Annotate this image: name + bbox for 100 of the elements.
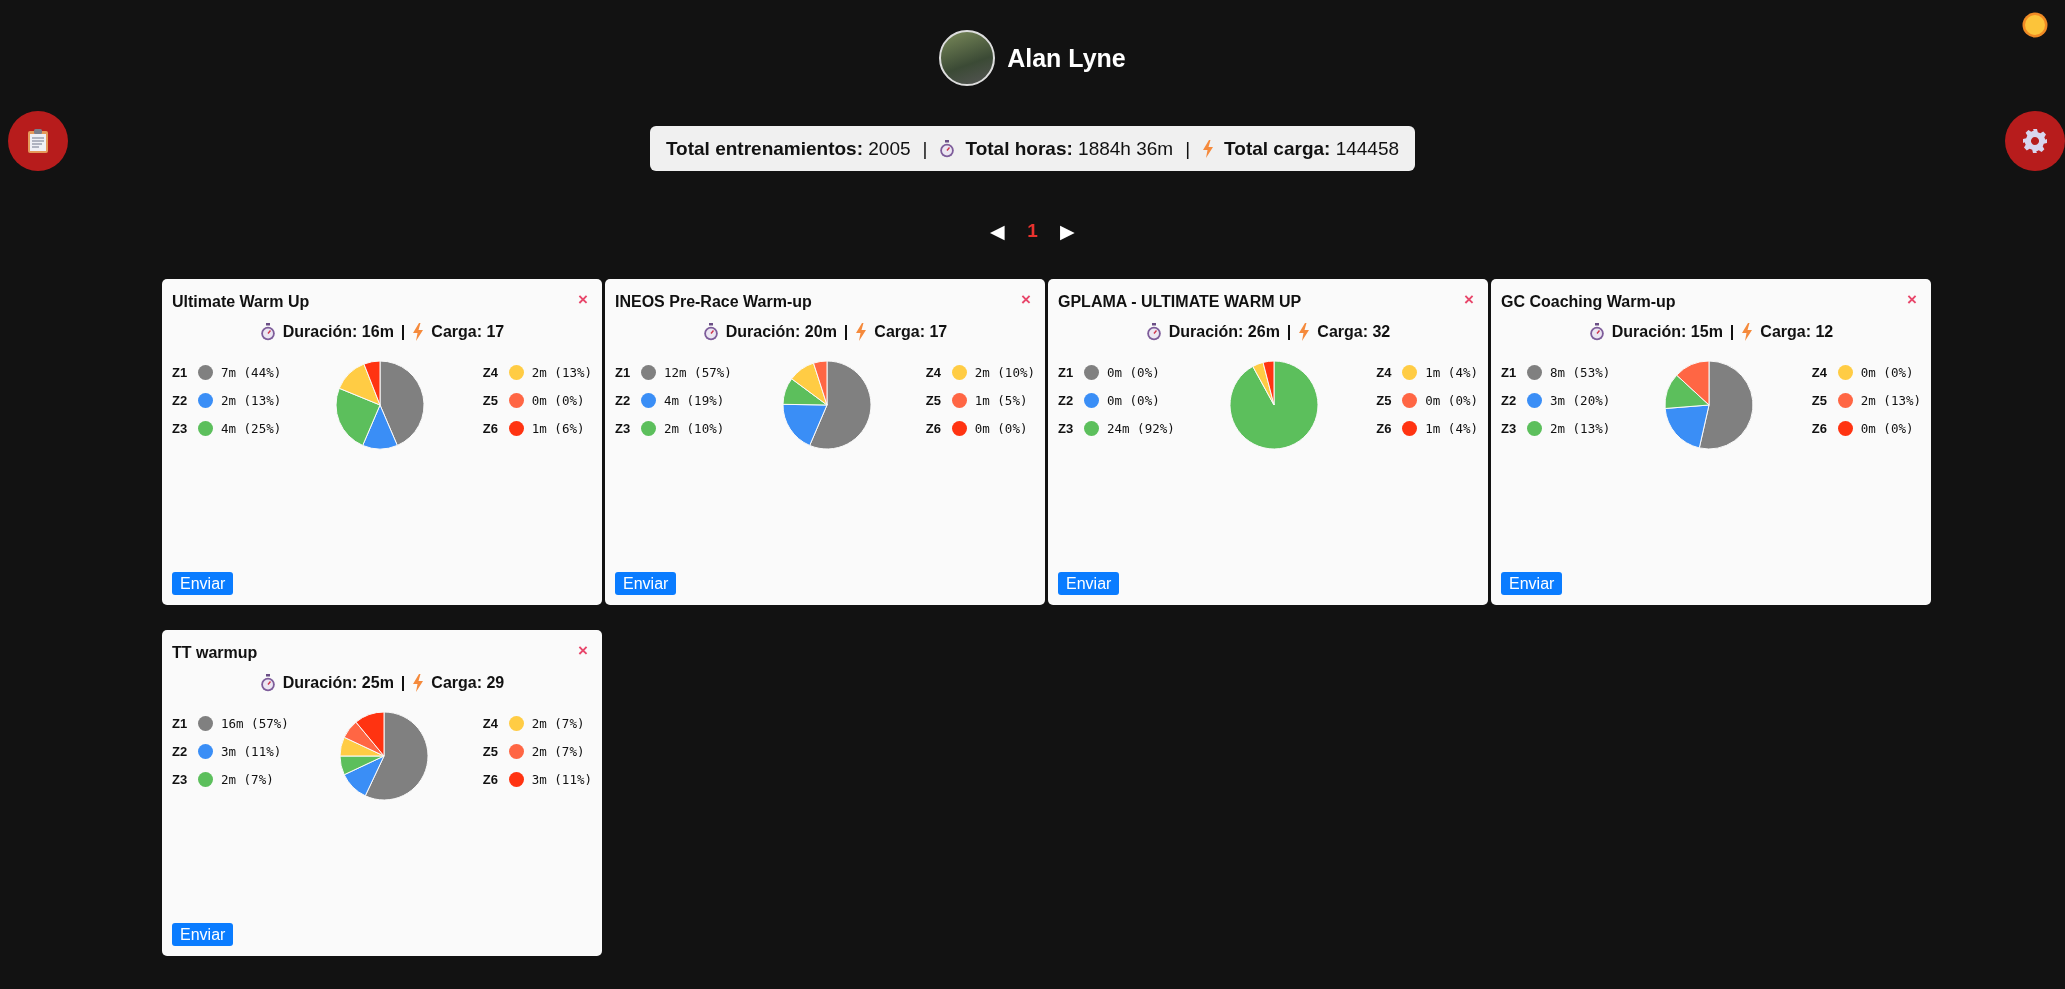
separator: | bbox=[1729, 323, 1735, 341]
zone-label: Z3 bbox=[172, 772, 189, 787]
zone-label: Z2 bbox=[172, 393, 189, 408]
zone-label: Z5 bbox=[482, 393, 499, 408]
zone-time: 1m (6%) bbox=[531, 421, 585, 436]
load-text: Carga: 17 bbox=[874, 323, 948, 341]
zone-label: Z4 bbox=[1376, 365, 1393, 380]
close-button[interactable]: × bbox=[574, 642, 592, 659]
zone-label: Z5 bbox=[482, 744, 499, 759]
zone-label: Z4 bbox=[482, 365, 499, 380]
duration-text: Duración: 16m bbox=[282, 323, 394, 341]
zone-time: 2m (7%) bbox=[531, 716, 585, 731]
load-text: Carga: 29 bbox=[431, 674, 505, 692]
zone-time: 4m (25%) bbox=[221, 421, 282, 436]
lightning-icon bbox=[412, 674, 425, 692]
send-button[interactable]: Enviar bbox=[172, 923, 234, 946]
separator: | bbox=[400, 323, 406, 341]
zone-label: Z6 bbox=[925, 421, 942, 436]
clipboard-icon bbox=[27, 128, 49, 154]
next-page-button[interactable]: ▶ bbox=[1059, 219, 1075, 243]
zone-time: 24m (92%) bbox=[1107, 421, 1175, 436]
zone-time: 4m (19%) bbox=[664, 393, 725, 408]
zone-time: 1m (4%) bbox=[1425, 365, 1478, 380]
zone-label: Z1 bbox=[172, 716, 189, 731]
zone-label: Z4 bbox=[1811, 365, 1828, 380]
card-title: INEOS Pre-Race Warm-up bbox=[615, 293, 812, 311]
zone-label: Z4 bbox=[482, 716, 499, 731]
zone-time: 2m (13%) bbox=[531, 365, 592, 380]
zone-time: 1m (5%) bbox=[974, 393, 1028, 408]
send-button[interactable]: Enviar bbox=[1058, 572, 1120, 595]
page-button[interactable]: 1 bbox=[1027, 220, 1038, 242]
stopwatch-icon bbox=[1145, 323, 1162, 341]
stopwatch-icon bbox=[1588, 323, 1605, 341]
zone-time: 8m (53%) bbox=[1550, 365, 1611, 380]
zone-label: Z1 bbox=[1501, 365, 1518, 380]
lightning-icon bbox=[855, 323, 868, 341]
separator: | bbox=[843, 323, 849, 341]
send-button[interactable]: Enviar bbox=[172, 572, 234, 595]
close-button[interactable]: × bbox=[1017, 291, 1035, 308]
zone-time: 3m (11%) bbox=[221, 744, 282, 759]
previous-page-button[interactable]: ◀ bbox=[990, 219, 1006, 243]
close-button[interactable]: × bbox=[1903, 291, 1921, 308]
sun-icon[interactable] bbox=[2022, 12, 2048, 38]
zone-label: Z2 bbox=[172, 744, 189, 759]
lightning-icon bbox=[1741, 323, 1754, 341]
user-name: Alan Lyne bbox=[1007, 43, 1126, 73]
duration-text: Duración: 25m bbox=[282, 674, 394, 692]
lightning-icon bbox=[1202, 139, 1215, 158]
stopwatch-icon bbox=[259, 674, 276, 692]
separator: | bbox=[400, 674, 406, 692]
send-button[interactable]: Enviar bbox=[1501, 572, 1563, 595]
zone-label: Z2 bbox=[1501, 393, 1518, 408]
zone-time: 0m (0%) bbox=[974, 421, 1028, 436]
separator: | bbox=[922, 137, 928, 160]
separator: | bbox=[1185, 137, 1191, 160]
close-button[interactable]: × bbox=[1460, 291, 1478, 308]
zone-label: Z4 bbox=[925, 365, 942, 380]
lightning-icon bbox=[1298, 323, 1311, 341]
lightning-icon bbox=[412, 323, 425, 341]
separator: | bbox=[1286, 323, 1292, 341]
send-button[interactable]: Enviar bbox=[615, 572, 677, 595]
duration-text: Duración: 15m bbox=[1611, 323, 1723, 341]
zone-time: 0m (0%) bbox=[1107, 393, 1160, 408]
card-title: GPLAMA - ULTIMATE WARM UP bbox=[1058, 293, 1302, 311]
duration-text: Duración: 20m bbox=[725, 323, 837, 341]
zone-label: Z2 bbox=[1058, 393, 1075, 408]
zone-time: 3m (20%) bbox=[1550, 393, 1611, 408]
zone-time: 2m (7%) bbox=[531, 744, 585, 759]
zone-label: Z1 bbox=[1058, 365, 1075, 380]
stopwatch-icon bbox=[259, 323, 276, 341]
settings-button[interactable] bbox=[2005, 111, 2065, 171]
zone-label: Z3 bbox=[172, 421, 189, 436]
stopwatch-icon bbox=[702, 323, 719, 341]
zone-time: 2m (10%) bbox=[664, 421, 725, 436]
stat-text: Total horas: 1884h 36m bbox=[965, 137, 1174, 160]
zone-time: 16m (57%) bbox=[221, 716, 289, 731]
zone-label: Z6 bbox=[1376, 421, 1393, 436]
zone-time: 3m (11%) bbox=[531, 772, 592, 787]
close-button[interactable]: × bbox=[574, 291, 592, 308]
zone-time: 2m (13%) bbox=[1860, 393, 1921, 408]
settings-icon bbox=[2022, 128, 2048, 154]
zone-time: 0m (0%) bbox=[1425, 393, 1478, 408]
zone-label: Z3 bbox=[1058, 421, 1075, 436]
zone-time: 0m (0%) bbox=[1860, 365, 1914, 380]
load-text: Carga: 12 bbox=[1760, 323, 1834, 341]
clipboard-button[interactable] bbox=[8, 111, 68, 171]
zone-time: 2m (7%) bbox=[221, 772, 274, 787]
card-title: GC Coaching Warm-up bbox=[1501, 293, 1676, 311]
zone-time: 12m (57%) bbox=[664, 365, 732, 380]
zone-time: 7m (44%) bbox=[221, 365, 282, 380]
zone-label: Z1 bbox=[172, 365, 189, 380]
zone-label: Z6 bbox=[1811, 421, 1828, 436]
zone-time: 2m (13%) bbox=[1550, 421, 1611, 436]
zone-label: Z1 bbox=[615, 365, 632, 380]
stat-text: Total entrenamientos: 2005 bbox=[665, 137, 911, 160]
stopwatch-icon bbox=[939, 139, 956, 158]
zone-label: Z5 bbox=[1376, 393, 1393, 408]
zone-time: 2m (10%) bbox=[974, 365, 1035, 380]
load-text: Carga: 17 bbox=[431, 323, 505, 341]
zone-label: Z2 bbox=[615, 393, 632, 408]
